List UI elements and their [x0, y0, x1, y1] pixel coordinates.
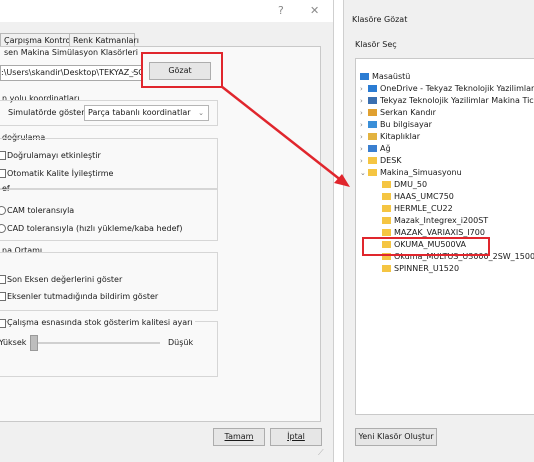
annotation-arrow — [220, 85, 350, 187]
arrow-line — [220, 85, 343, 182]
